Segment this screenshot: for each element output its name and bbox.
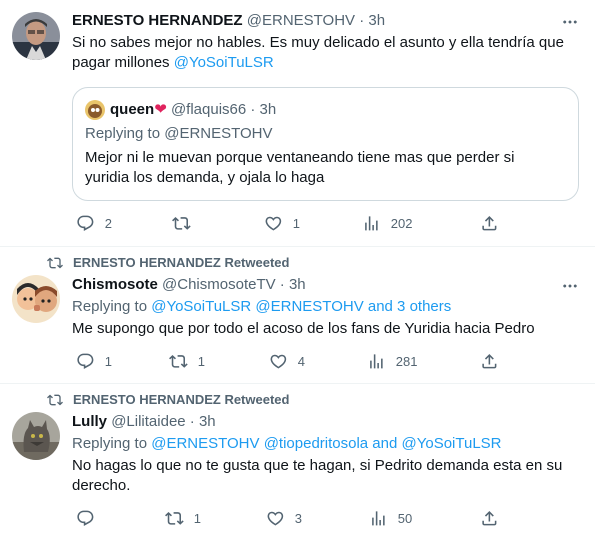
tweet-text-line: Si no sabes mejor no hables. Es muy deli… [72, 34, 564, 51]
tweet-time[interactable]: · 3h [359, 12, 385, 29]
mention-link[interactable]: @YoSoiTuLSR [174, 54, 274, 71]
tweet-header: Lully @Lilitaidee · 3h [72, 412, 216, 432]
author-handle[interactable]: @ChismosoteTV [162, 276, 276, 293]
replying-to: Replying to @ERNESTOHV @tiopedritosola a… [72, 434, 502, 454]
heart-emoji-icon: ❤ [154, 101, 167, 118]
retweet-icon [169, 352, 188, 371]
avatar-ernesto[interactable] [12, 12, 60, 60]
like-count: 3 [294, 510, 302, 526]
views-count: 202 [390, 215, 413, 231]
share-icon [480, 214, 499, 233]
replying-handles-link[interactable]: @ERNESTOHV @tiopedritosola and @YoSoiTuL… [151, 435, 501, 452]
retweet-count: 1 [197, 353, 205, 369]
retweet-icon [47, 255, 63, 271]
like-icon [264, 214, 283, 233]
views-icon [369, 509, 388, 528]
retweeted-by-label: ERNESTO HERNANDEZ Retweeted [73, 255, 290, 270]
action-bar: 1 3 50 [72, 508, 512, 528]
retweet-button[interactable]: 1 [165, 508, 201, 528]
retweet-icon [47, 392, 63, 408]
quoted-text-line: Mejor ni le muevan porque ventaneando ti… [85, 149, 515, 166]
views-count: 50 [397, 510, 413, 526]
tweet-text-line: pagar millones @YoSoiTuLSR [72, 53, 582, 73]
like-count: 1 [292, 215, 300, 231]
avatar-chismosote[interactable] [12, 275, 60, 323]
replying-handles: @ERNESTOHV [164, 125, 273, 142]
tweet-text-line: derecho. [72, 477, 131, 494]
share-button[interactable] [480, 213, 499, 233]
share-button[interactable] [480, 351, 499, 371]
tweet-2[interactable]: ERNESTO HERNANDEZ Retweeted Chismosote @… [0, 247, 595, 383]
views-count: 281 [395, 353, 418, 369]
author-name[interactable]: Chismosote [72, 276, 158, 293]
replying-to: Replying to @YoSoiTuLSR @ERNESTOHV and 3… [72, 297, 451, 317]
more-options-icon[interactable] [561, 13, 579, 31]
reply-button[interactable]: 1 [76, 351, 112, 371]
quoted-header: queen❤ @flaquis66 · 3h [110, 100, 276, 120]
share-button[interactable] [480, 508, 499, 528]
views-icon [362, 214, 381, 233]
like-count: 4 [297, 353, 305, 369]
replying-prefix: Replying to [85, 125, 165, 142]
reply-button[interactable]: 2 [76, 213, 112, 233]
tweet-header: ERNESTO HERNANDEZ @ERNESTOHV · 3h [72, 11, 385, 31]
action-bar: 2 1 202 [72, 213, 512, 233]
reply-button[interactable] [76, 508, 105, 528]
quoted-replying-to: Replying to @ERNESTOHV [85, 124, 273, 144]
like-icon [269, 352, 288, 371]
retweet-button[interactable]: 1 [169, 351, 205, 371]
quoted-tweet[interactable]: queen❤ @flaquis66 · 3h Replying to @ERNE… [72, 87, 579, 201]
more-options-icon[interactable] [561, 277, 579, 295]
tweet-text-line: No hagas lo que no te gusta que te hagan… [72, 457, 563, 474]
action-bar: 1 1 4 281 [72, 351, 512, 371]
retweet-context[interactable]: ERNESTO HERNANDEZ Retweeted [47, 392, 289, 408]
tweet-text: Me supongo que por todo el acoso de los … [72, 319, 582, 339]
like-icon [266, 509, 285, 528]
author-handle[interactable]: @Lilitaidee [111, 413, 185, 430]
quoted-author-name: queen [110, 101, 155, 118]
quoted-text-line: yuridia los demanda, y ojala lo haga [85, 169, 325, 186]
views-icon [367, 352, 386, 371]
retweet-count: 1 [193, 510, 201, 526]
views-button[interactable]: 50 [369, 508, 412, 528]
author-name[interactable]: Lully [72, 413, 107, 430]
avatar-lully[interactable] [12, 412, 60, 460]
author-name[interactable]: ERNESTO HERNANDEZ [72, 12, 243, 29]
retweet-icon [165, 509, 184, 528]
quoted-author-handle: @flaquis66 [170, 101, 247, 118]
tweet-text: Si no sabes mejor no hables. Es muy deli… [72, 33, 582, 73]
views-button[interactable]: 281 [367, 351, 417, 371]
tweet-text-segment: pagar millones [72, 54, 174, 71]
reply-count: 2 [104, 215, 112, 231]
share-icon [480, 352, 499, 371]
tweet-header: Chismosote @ChismosoteTV · 3h [72, 275, 306, 295]
reply-count: 1 [104, 353, 112, 369]
tweet-3[interactable]: ERNESTO HERNANDEZ Retweeted Lully @Lilit… [0, 384, 595, 537]
replying-prefix: Replying to [72, 435, 152, 452]
author-handle[interactable]: @ERNESTOHV [247, 12, 355, 29]
views-button[interactable]: 202 [362, 213, 412, 233]
like-button[interactable]: 4 [269, 351, 305, 371]
retweet-context[interactable]: ERNESTO HERNANDEZ Retweeted [47, 255, 289, 271]
quoted-tweet-time: · 3h [250, 101, 277, 118]
like-button[interactable]: 3 [266, 508, 302, 528]
like-button[interactable]: 1 [264, 213, 300, 233]
tweet-1[interactable]: ERNESTO HERNANDEZ @ERNESTOHV · 3h Si no … [0, 0, 595, 246]
tweet-time[interactable]: · 3h [190, 413, 216, 430]
retweet-button[interactable] [172, 213, 201, 233]
retweet-icon [172, 214, 191, 233]
reply-icon [76, 509, 95, 528]
retweeted-by-label: ERNESTO HERNANDEZ Retweeted [73, 392, 290, 407]
replying-handles-link[interactable]: @YoSoiTuLSR @ERNESTOHV and 3 others [151, 298, 451, 315]
avatar-queen [85, 100, 105, 120]
tweet-time[interactable]: · 3h [280, 276, 306, 293]
share-icon [480, 509, 499, 528]
quoted-text: Mejor ni le muevan porque ventaneando ti… [85, 148, 565, 188]
reply-icon [76, 352, 95, 371]
reply-icon [76, 214, 95, 233]
tweet-text-line: Me supongo que por todo el acoso de los … [72, 320, 535, 337]
replying-prefix: Replying to [72, 298, 152, 315]
tweet-text: No hagas lo que no te gusta que te hagan… [72, 456, 582, 496]
